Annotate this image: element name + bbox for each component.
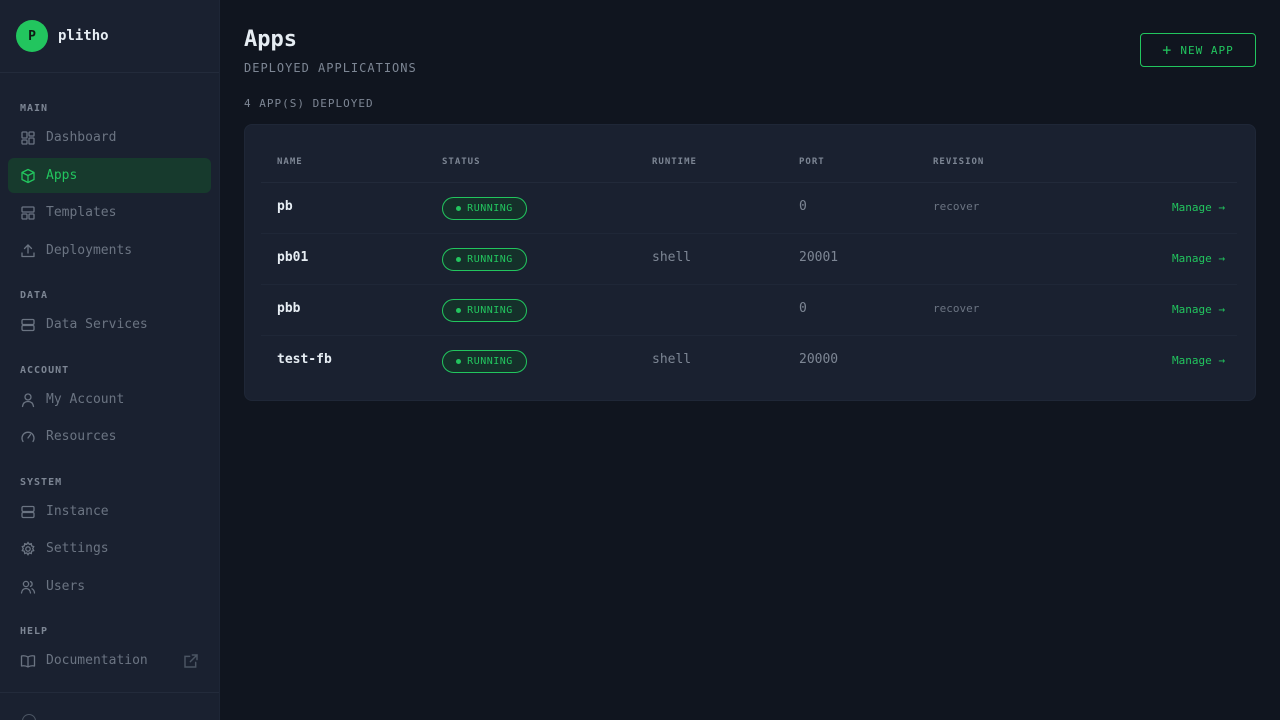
external-link-icon — [184, 654, 198, 668]
app-name: test-fb — [277, 352, 332, 367]
sidebar-item-label: My Account — [46, 392, 125, 407]
status-dot-icon — [456, 257, 462, 262]
status-badge: RUNNING — [442, 197, 527, 220]
manage-link[interactable]: Manage → — [1172, 354, 1225, 367]
users-icon — [20, 580, 36, 594]
app-count-label: 4 APP(S) DEPLOYED — [244, 97, 374, 110]
status-text: RUNNING — [467, 203, 513, 214]
column-header-runtime: RUNTIME — [652, 157, 697, 167]
app-revision: recover — [933, 302, 980, 315]
column-header-status: STATUS — [442, 157, 481, 167]
brand[interactable]: P plitho — [0, 0, 219, 73]
table-row: pb RUNNING 0 recover Manage → — [245, 183, 1257, 234]
user-menu-icon[interactable] — [22, 714, 36, 720]
app-name: pb — [277, 199, 293, 214]
sidebar: P plitho MAIN Dashboard Apps Templates D… — [0, 0, 220, 720]
sidebar-item-label: Templates — [46, 205, 117, 220]
upload-icon — [21, 243, 35, 257]
manage-link[interactable]: Manage → — [1172, 252, 1225, 265]
status-badge: RUNNING — [442, 350, 527, 373]
manage-link[interactable]: Manage → — [1172, 303, 1225, 316]
sidebar-item-label: Users — [46, 579, 86, 594]
gauge-icon — [21, 431, 35, 442]
app-name: pbb — [277, 301, 301, 316]
sidebar-item-label: Dashboard — [46, 130, 117, 145]
sidebar-item-users[interactable]: Users — [8, 569, 211, 604]
sidebar-item-label: Data Services — [46, 317, 148, 332]
server-icon — [21, 318, 35, 331]
main-content: Apps DEPLOYED APPLICATIONS + NEW APP 4 A… — [220, 0, 1280, 720]
user-icon — [21, 392, 35, 407]
sidebar-item-resources[interactable]: Resources — [8, 419, 211, 454]
new-app-button[interactable]: + NEW APP — [1140, 33, 1256, 67]
apps-table: NAME STATUS RUNTIME PORT REVISION pb RUN… — [244, 124, 1256, 401]
nav-section-system: SYSTEM — [20, 477, 63, 488]
plus-icon: + — [1162, 40, 1173, 59]
app-name: pb01 — [277, 250, 309, 265]
brand-name: plitho — [58, 28, 109, 44]
nav-section-data: DATA — [20, 290, 49, 301]
dashboard-icon — [21, 130, 35, 145]
nav-section-account: ACCOUNT — [20, 365, 70, 376]
manage-link[interactable]: Manage → — [1172, 201, 1225, 214]
nav-section-help: HELP — [20, 626, 49, 637]
app-runtime: shell — [652, 352, 692, 367]
sidebar-item-deployments[interactable]: Deployments — [8, 233, 211, 268]
column-header-port: PORT — [799, 157, 825, 167]
templates-icon — [21, 205, 35, 220]
column-header-name: NAME — [277, 157, 303, 167]
status-badge: RUNNING — [442, 299, 527, 322]
status-text: RUNNING — [467, 356, 513, 367]
sidebar-item-data-services[interactable]: Data Services — [8, 307, 211, 342]
sidebar-item-label: Settings — [46, 541, 109, 556]
sidebar-item-label: Deployments — [46, 243, 133, 258]
status-text: RUNNING — [467, 254, 513, 265]
page-subtitle: DEPLOYED APPLICATIONS — [244, 61, 417, 75]
sidebar-item-settings[interactable]: Settings — [8, 531, 211, 566]
book-icon — [20, 654, 36, 668]
table-row: pb01 RUNNING shell 20001 Manage → — [245, 234, 1257, 285]
app-port: 20001 — [799, 250, 839, 265]
brand-avatar: P — [16, 20, 48, 52]
status-dot-icon — [456, 308, 462, 313]
sidebar-divider — [0, 692, 219, 693]
table-row: test-fb RUNNING shell 20000 Manage → — [245, 336, 1257, 387]
app-port: 0 — [799, 199, 807, 214]
page-title: Apps — [244, 27, 297, 52]
column-header-revision: REVISION — [933, 157, 985, 167]
sidebar-item-dashboard[interactable]: Dashboard — [8, 120, 211, 155]
sidebar-item-instance[interactable]: Instance — [8, 494, 211, 529]
status-dot-icon — [456, 206, 462, 211]
new-app-label: NEW APP — [1180, 43, 1234, 57]
sidebar-item-label: Apps — [46, 168, 78, 183]
nav-section-main: MAIN — [20, 103, 49, 114]
sidebar-item-my-account[interactable]: My Account — [8, 382, 211, 417]
app-port: 20000 — [799, 352, 839, 367]
sidebar-item-label: Instance — [46, 504, 109, 519]
table-row: pbb RUNNING 0 recover Manage → — [245, 285, 1257, 336]
status-text: RUNNING — [467, 305, 513, 316]
server-icon — [21, 505, 35, 518]
sidebar-item-documentation[interactable]: Documentation — [8, 643, 211, 678]
cube-icon — [21, 168, 35, 183]
app-port: 0 — [799, 301, 807, 316]
sidebar-item-templates[interactable]: Templates — [8, 195, 211, 230]
gear-icon — [21, 540, 35, 556]
status-badge: RUNNING — [442, 248, 527, 271]
app-revision: recover — [933, 200, 980, 213]
status-dot-icon — [456, 359, 462, 364]
app-runtime: shell — [652, 250, 692, 265]
sidebar-item-label: Documentation — [46, 653, 148, 668]
sidebar-item-apps[interactable]: Apps — [8, 158, 211, 193]
sidebar-item-label: Resources — [46, 429, 117, 444]
